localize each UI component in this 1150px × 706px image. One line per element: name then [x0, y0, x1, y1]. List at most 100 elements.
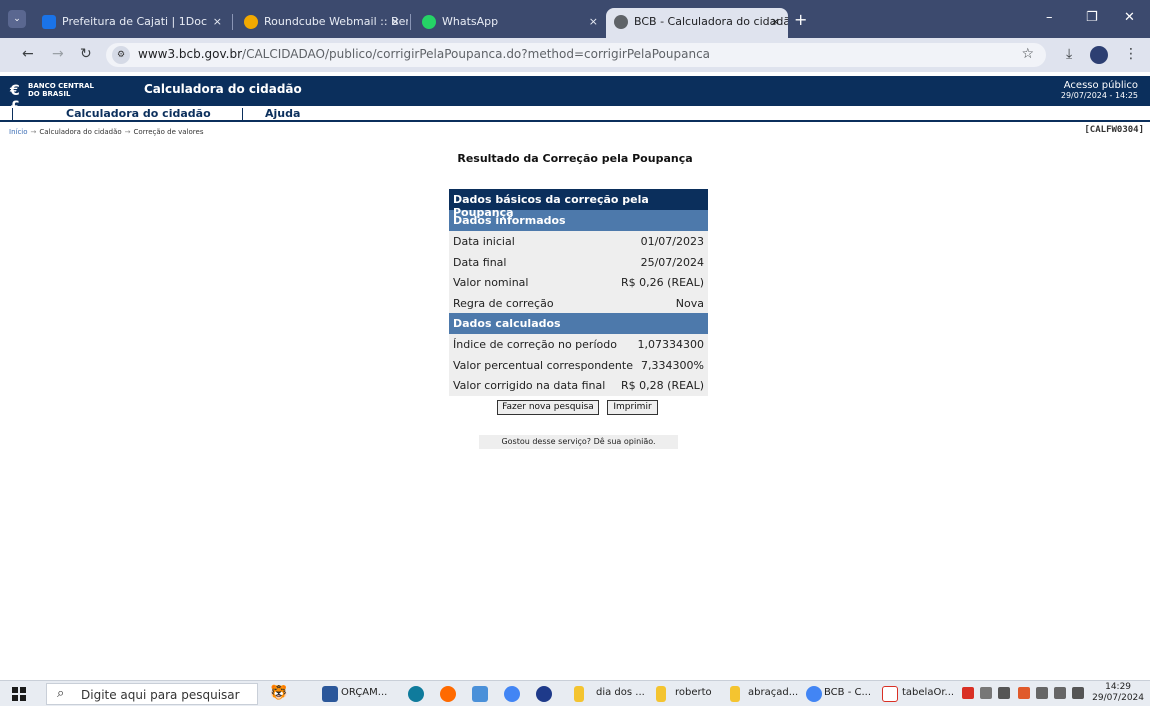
breadcrumb-inicio[interactable]: Início	[9, 128, 28, 136]
widget-decoration-icon[interactable]: 🐯	[270, 685, 287, 701]
browser-toolbar: ← → ↻ ⚙ www3.bcb.gov.br/CALCIDADAO/publi…	[0, 38, 1150, 72]
folder-icon[interactable]	[656, 686, 666, 702]
access-label: Acesso público	[1063, 80, 1138, 91]
windows-start-icon[interactable]	[12, 687, 26, 701]
taskbar-app-label[interactable]: abraçad...	[748, 687, 798, 698]
taskbar-app-label[interactable]: dia dos ...	[596, 687, 645, 698]
row-label: Data final	[453, 255, 507, 269]
site-menu: Calculadora do cidadão Ajuda	[0, 106, 1150, 122]
tab-bcb[interactable]: BCB - Calculadora do cidadão ×	[606, 8, 788, 38]
tray-app-icon[interactable]	[1036, 687, 1048, 699]
tab-divider	[410, 14, 411, 30]
close-icon[interactable]: ×	[771, 8, 780, 36]
back-icon[interactable]: ←	[22, 46, 34, 62]
tab-divider	[232, 14, 233, 30]
forward-icon[interactable]: →	[52, 46, 64, 62]
row-value: 1,07334300	[637, 338, 704, 351]
restore-icon[interactable]: ❐	[1086, 10, 1098, 25]
row-label: Valor corrigido na data final	[453, 379, 606, 392]
close-icon[interactable]: ×	[589, 8, 598, 36]
tray-network-icon[interactable]	[980, 687, 992, 699]
breadcrumb-calculadora[interactable]: Calculadora do cidadão	[39, 128, 121, 136]
app-icon[interactable]	[472, 686, 488, 702]
row-label: Valor percentual correspondente	[453, 358, 633, 372]
menu-divider	[12, 108, 13, 120]
site-info-icon[interactable]: ⚙	[112, 46, 130, 64]
new-tab-button[interactable]: +	[794, 12, 807, 28]
bcb-header: €£ BANCO CENTRALDO BRASIL Calculadora do…	[0, 76, 1150, 115]
url-host: www3.bcb.gov.br	[138, 47, 243, 61]
roundcube-icon	[244, 15, 258, 29]
table-row: Regra de correção Nova	[449, 292, 708, 313]
page-title: Resultado da Correção pela Poupança	[457, 152, 693, 165]
pdf-icon[interactable]	[882, 686, 898, 702]
taskbar-app-label[interactable]: BCB - C...	[824, 687, 871, 698]
close-icon[interactable]: ×	[213, 8, 222, 36]
speaker-icon[interactable]	[1072, 687, 1084, 699]
reload-icon[interactable]: ↻	[80, 46, 92, 62]
browser-tab-strip: ⌄ Prefeitura de Cajati | 1Doc × Roundcub…	[0, 0, 1150, 38]
tab-prefeitura[interactable]: Prefeitura de Cajati | 1Doc ×	[34, 8, 230, 38]
menu-divider	[242, 108, 243, 120]
row-label: Data inicial	[453, 235, 515, 248]
word-icon[interactable]	[322, 686, 338, 702]
access-info: Acesso público 29/07/2024 - 14:25	[1061, 80, 1138, 100]
folder-icon[interactable]	[730, 686, 740, 702]
menu-item-ajuda[interactable]: Ajuda	[265, 107, 300, 120]
new-search-button[interactable]: Fazer nova pesquisa	[497, 400, 599, 415]
row-value: 25/07/2024	[640, 255, 704, 269]
table-row: Data inicial 01/07/2023	[449, 231, 708, 252]
tray-app-icon[interactable]	[1018, 687, 1030, 699]
volume-icon[interactable]	[998, 687, 1010, 699]
feedback-link[interactable]: Gostou desse serviço? Dê sua opinião.	[479, 435, 678, 449]
bookmark-star-icon[interactable]: ☆	[1021, 46, 1034, 62]
profile-avatar-icon[interactable]	[1090, 46, 1108, 64]
taskbar-app-label[interactable]: ORÇAM...	[341, 687, 387, 698]
menu-item-calculadora[interactable]: Calculadora do cidadão	[66, 107, 211, 120]
site-title: Calculadora do cidadão	[144, 82, 302, 96]
window-close-icon[interactable]: ✕	[1124, 10, 1135, 25]
screen-code: [CALFW0304]	[1084, 125, 1144, 135]
chrome-icon[interactable]	[504, 686, 520, 702]
row-value: 01/07/2023	[640, 235, 704, 248]
tray-app-icon[interactable]	[962, 687, 974, 699]
tab-roundcube[interactable]: Roundcube Webmail :: Bem-vin ×	[236, 8, 408, 38]
tab-whatsapp[interactable]: WhatsApp ×	[414, 8, 606, 38]
access-datetime: 29/07/2024 - 14:25	[1060, 91, 1138, 100]
taskbar-app-label[interactable]: tabelaOr...	[902, 687, 954, 698]
table-row: Data final 25/07/2024	[449, 251, 708, 272]
row-value: 7,334300%	[641, 358, 704, 372]
address-bar[interactable]: ⚙ www3.bcb.gov.br/CALCIDADAO/publico/cor…	[106, 43, 1046, 67]
minimize-icon[interactable]: –	[1046, 10, 1053, 25]
taskbar-search-box[interactable]: ⌕ Digite aqui para pesquisar	[46, 683, 258, 705]
edge-icon[interactable]	[408, 686, 424, 702]
chrome-icon[interactable]	[806, 686, 822, 702]
breadcrumb-separator: →	[30, 128, 37, 136]
tab-title: BCB - Calculadora do cidadão	[634, 15, 788, 28]
breadcrumb-correcao: Correção de valores	[133, 128, 204, 136]
table-row: Valor corrigido na data final R$ 0,28 (RE…	[449, 375, 708, 396]
close-icon[interactable]: ×	[391, 8, 400, 36]
print-button[interactable]: Imprimir	[607, 400, 658, 415]
clock-date: 29/07/2024	[1092, 693, 1144, 703]
search-placeholder: Digite aqui para pesquisar	[81, 688, 240, 702]
folder-icon[interactable]	[574, 686, 584, 702]
taskbar-clock[interactable]: 14:29 29/07/2024	[1092, 682, 1144, 704]
url-text[interactable]: www3.bcb.gov.br/CALCIDADAO/publico/corri…	[138, 47, 710, 61]
whatsapp-icon	[422, 15, 436, 29]
download-icon[interactable]: ⤓	[1066, 46, 1072, 62]
app-icon[interactable]	[536, 686, 552, 702]
firefox-icon[interactable]	[440, 686, 456, 702]
logo-line2: DO BRASIL	[28, 90, 71, 98]
tab-title: Prefeitura de Cajati | 1Doc	[62, 15, 208, 28]
logo-line1: BANCO CENTRAL	[28, 82, 94, 90]
result-table: Dados básicos da correção pela Poupança …	[449, 189, 708, 396]
menu-kebab-icon[interactable]: ⋮	[1124, 46, 1138, 62]
section-calculated-header: Dados calculados	[449, 313, 708, 334]
tray-display-icon[interactable]	[1054, 687, 1066, 699]
row-value: R$ 0,26 (REAL)	[621, 276, 704, 289]
section-informed-header: Dados informados	[449, 210, 708, 231]
tab-search-button[interactable]: ⌄	[8, 10, 26, 28]
taskbar-app-label[interactable]: roberto	[675, 687, 712, 698]
search-icon: ⌕	[57, 686, 65, 701]
